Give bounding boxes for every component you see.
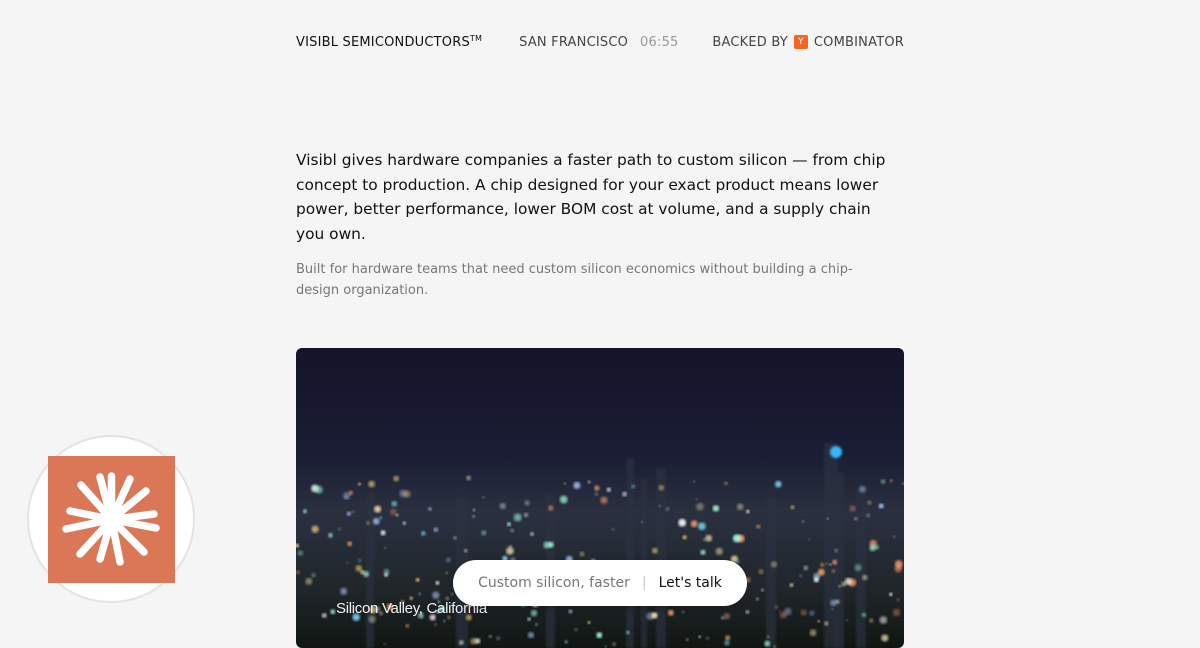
location-label: SAN FRANCISCO [519, 35, 628, 50]
intro-subtext: Built for hardware teams that need custo… [296, 259, 886, 301]
starburst-icon [48, 456, 175, 583]
brand-text[interactable]: VISIBL SEMICONDUCTORS [296, 35, 470, 50]
lets-talk-link[interactable]: Let's talk [659, 575, 722, 591]
cta-pill[interactable]: Custom silicon, faster | Let's talk [453, 560, 747, 606]
trademark-mark: TM [470, 34, 482, 43]
cta-text: Custom silicon, faster [478, 575, 630, 591]
cta-separator: | [642, 575, 647, 591]
backed-by-label: BACKED BY [712, 35, 788, 50]
brand-name[interactable]: VISIBL SEMICONDUCTORSTM [296, 34, 482, 50]
backer-name: COMBINATOR [814, 35, 904, 50]
backed-by[interactable]: BACKED BY Y COMBINATOR [712, 35, 904, 50]
y-combinator-logo-icon: Y [794, 35, 808, 49]
badge-logo[interactable] [48, 456, 175, 583]
intro-lead: Visibl gives hardware companies a faster… [296, 148, 886, 246]
local-time: 06:55 [640, 35, 678, 50]
site-header: VISIBL SEMICONDUCTORSTM SAN FRANCISCO 06… [296, 33, 904, 51]
